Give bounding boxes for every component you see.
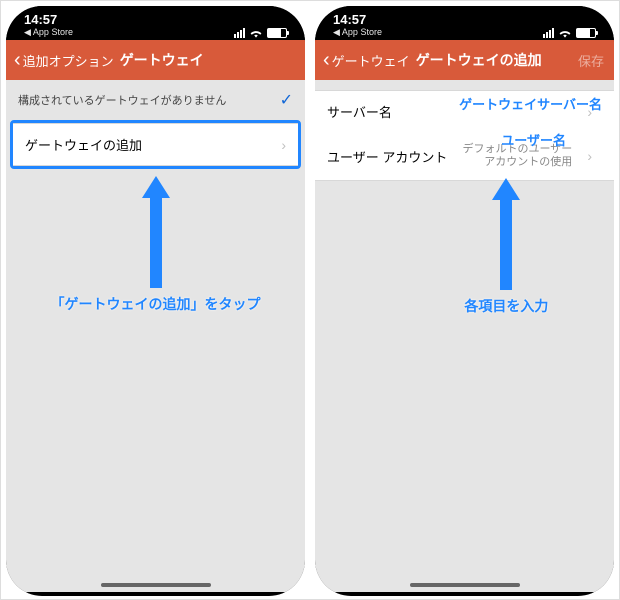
callout-text: 「ゲートウェイの追加」をタップ: [51, 294, 261, 314]
callout-arrow: 「ゲートウェイの追加」をタップ: [51, 176, 261, 314]
status-back-app[interactable]: ◀ App Store: [333, 27, 382, 38]
content-area: サーバー名 › ユーザー アカウント デフォルトのユーザー アカウントの使用 ›…: [315, 80, 614, 592]
home-indicator[interactable]: [410, 583, 520, 587]
nav-bar: ‹ ゲートウェイ ゲートウェイの追加 保存: [315, 40, 614, 80]
arrow-stem: [150, 198, 162, 288]
nav-title: ゲートウェイの追加: [416, 50, 542, 70]
phone-right: 14:57 ◀ App Store ‹ ゲートウェイ ゲートウェイの追加 保存 …: [315, 6, 614, 596]
phone-left: 14:57 ◀ App Store ‹ 追加オプション ゲートウェイ 構成されて…: [6, 6, 305, 596]
home-indicator[interactable]: [101, 583, 211, 587]
chevron-right-icon: ›: [281, 137, 286, 153]
callout-arrow: 各項目を入力: [464, 178, 548, 316]
signal-icon: [234, 28, 245, 38]
battery-icon: [576, 28, 596, 38]
server-name-label: サーバー名: [327, 102, 392, 121]
chevron-left-icon: ‹: [323, 49, 330, 72]
wifi-icon: [249, 28, 263, 38]
check-icon: ✓: [280, 90, 293, 110]
callout-text: 各項目を入力: [464, 296, 548, 316]
content-area: 構成されているゲートウェイがありません ✓ ゲートウェイの追加 › 「ゲートウェ…: [6, 80, 305, 592]
add-gateway-label: ゲートウェイの追加: [25, 135, 142, 154]
empty-note-text: 構成されているゲートウェイがありません: [18, 92, 226, 108]
overlay-server-hint: ゲートウェイサーバー名: [459, 94, 602, 113]
nav-back-button[interactable]: ‹ 追加オプション: [14, 49, 114, 72]
overlay-user-hint: ユーザー名: [501, 130, 566, 149]
notch: [86, 6, 226, 28]
add-gateway-row[interactable]: ゲートウェイの追加 ›: [13, 123, 298, 166]
highlight-add-gateway: ゲートウェイの追加 ›: [10, 120, 301, 169]
status-time: 14:57: [24, 12, 73, 27]
user-account-row[interactable]: ユーザー アカウント デフォルトのユーザー アカウントの使用 ›: [315, 132, 614, 181]
wifi-icon: [558, 28, 572, 38]
notch: [395, 6, 535, 28]
nav-back-label: ゲートウェイ: [332, 51, 410, 70]
arrow-head-icon: [142, 176, 170, 198]
user-account-label: ユーザー アカウント: [327, 147, 447, 166]
nav-back-button[interactable]: ‹ ゲートウェイ: [323, 49, 410, 72]
battery-icon: [267, 28, 287, 38]
nav-save-button[interactable]: 保存: [578, 51, 604, 70]
nav-title: ゲートウェイ: [120, 50, 204, 70]
user-account-value-l2: アカウントの使用: [484, 156, 572, 169]
arrow-stem: [500, 200, 512, 290]
nav-back-label: 追加オプション: [23, 51, 114, 70]
signal-icon: [543, 28, 554, 38]
empty-note: 構成されているゲートウェイがありません ✓: [6, 80, 305, 120]
arrow-head-icon: [492, 178, 520, 200]
chevron-left-icon: ‹: [14, 49, 21, 72]
status-time: 14:57: [333, 12, 382, 27]
nav-bar: ‹ 追加オプション ゲートウェイ: [6, 40, 305, 80]
status-back-app[interactable]: ◀ App Store: [24, 27, 73, 38]
chevron-right-icon: ›: [587, 148, 592, 164]
